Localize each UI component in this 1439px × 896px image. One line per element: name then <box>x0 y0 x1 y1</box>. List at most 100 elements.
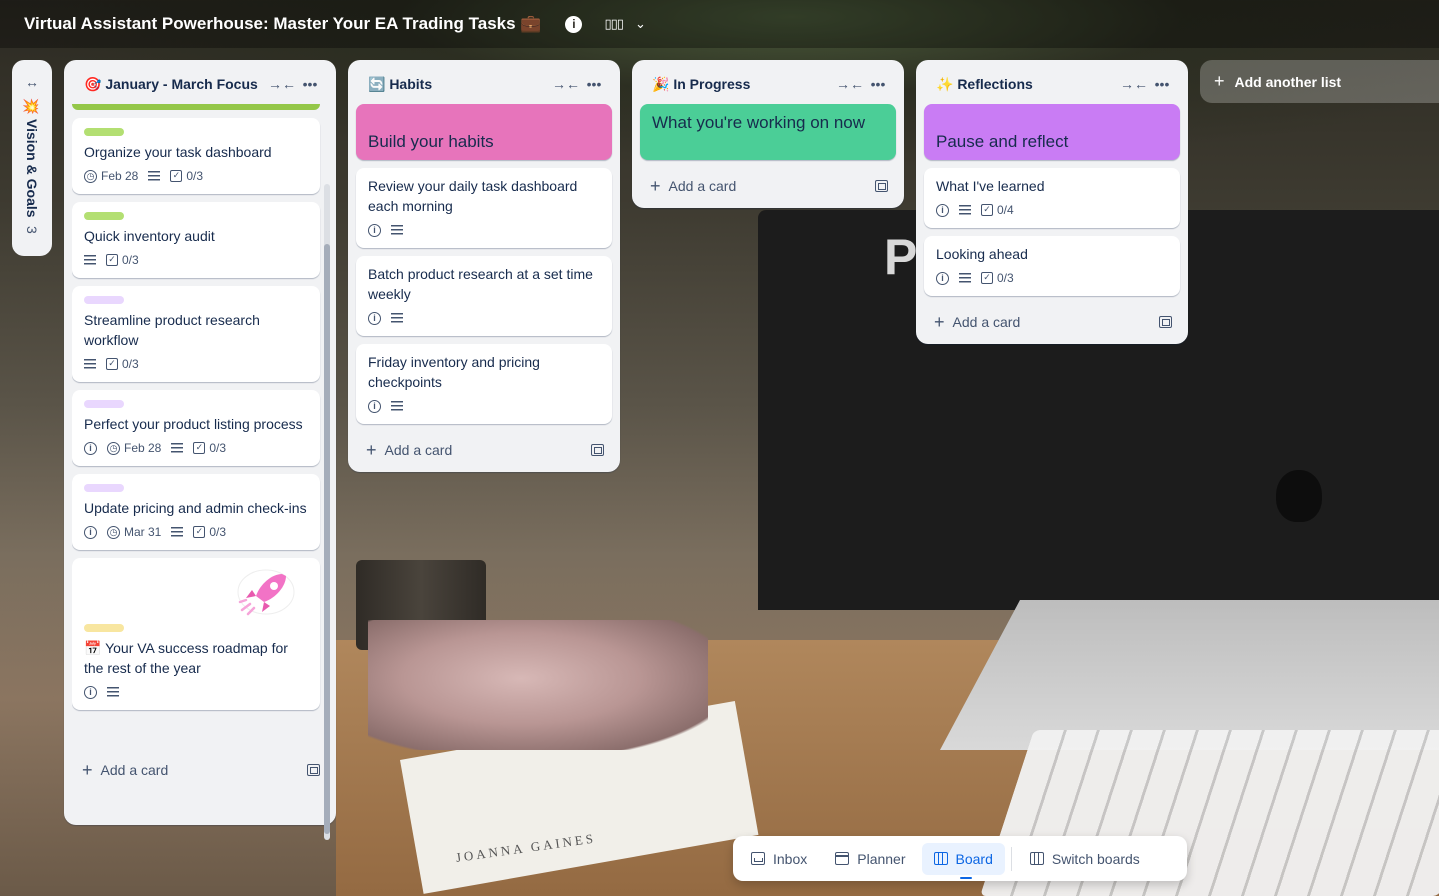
plus-icon: + <box>650 175 661 196</box>
list-title[interactable]: 🔄 Habits <box>368 74 548 94</box>
list-habits: 🔄 Habits →← ••• Build your habits Review… <box>348 60 620 472</box>
list-header: 🎉 In Progress →← ••• <box>640 60 896 104</box>
cover-card-build-habits[interactable]: Build your habits <box>356 104 612 160</box>
list-title[interactable]: 🎯 January - March Focus <box>84 74 264 94</box>
card-streamline-research[interactable]: Streamline product research workflow ✓ 0/… <box>72 286 320 382</box>
card-va-roadmap[interactable]: 📅 Your VA success roadmap for the rest o… <box>72 558 320 710</box>
cover-card-working-on[interactable]: What you're working on now <box>640 104 896 160</box>
nav-divider <box>1010 846 1012 871</box>
list-header: 🔄 Habits →← ••• <box>356 60 612 104</box>
description-icon <box>391 225 403 235</box>
checklist-icon: ✓ <box>106 254 118 266</box>
nav-inbox-label: Inbox <box>773 850 808 867</box>
card-template-icon[interactable] <box>875 180 888 192</box>
cover-card-pause-reflect[interactable]: Pause and reflect <box>924 104 1180 160</box>
checklist-badge: ✓ 0/3 <box>170 169 203 183</box>
description-icon <box>391 313 403 323</box>
card-update-pricing[interactable]: Update pricing and admin check-ins i ◷ Ma… <box>72 474 320 550</box>
card-title: Streamline product research workflow <box>84 312 260 348</box>
collapse-icon[interactable]: →← <box>836 76 864 92</box>
rocket-sticker <box>237 569 295 616</box>
nav-planner[interactable]: Planner <box>823 843 917 875</box>
card-looking-ahead[interactable]: Looking ahead i ✓ 0/3 <box>924 236 1180 296</box>
nav-inbox[interactable]: Inbox <box>739 843 819 875</box>
expand-icon[interactable]: ↔ <box>25 74 39 90</box>
nav-board-label: Board <box>955 850 993 867</box>
scrollbar-thumb[interactable] <box>324 244 330 834</box>
list-title[interactable]: ✨ Reflections <box>936 74 1116 94</box>
checklist-badge: ✓ 0/3 <box>981 271 1014 285</box>
add-card-button[interactable]: + Add a card <box>650 176 736 197</box>
board-view-icon[interactable]: ▯▯▯ <box>604 16 623 32</box>
checklist-icon: ✓ <box>193 526 206 538</box>
more-options-icon[interactable]: ••• <box>868 76 888 92</box>
background-book <box>400 700 759 894</box>
description-icon <box>107 687 119 697</box>
bottom-navigation: Inbox Planner Board Switch boards <box>733 836 1187 881</box>
card-title: Quick inventory audit <box>84 228 215 244</box>
card-quick-inventory-audit[interactable]: Quick inventory audit ✓ 0/3 <box>72 202 320 278</box>
checklist-badge: ✓ 0/4 <box>981 203 1014 217</box>
checklist-badge: ✓ 0/3 <box>106 253 139 267</box>
collapse-icon[interactable]: →← <box>1120 76 1148 92</box>
checklist-icon: ✓ <box>106 358 118 370</box>
clock-icon: ◷ <box>84 169 97 183</box>
card-what-learned[interactable]: What I've learned i ✓ 0/4 <box>924 168 1180 228</box>
plus-icon: + <box>366 439 377 460</box>
list-scrollbar[interactable] <box>324 184 330 840</box>
description-icon <box>84 359 96 369</box>
plus-icon: + <box>82 759 93 780</box>
checklist-icon: ✓ <box>981 272 993 284</box>
checklist-badge: ✓ 0/3 <box>106 357 139 371</box>
calendar-icon <box>835 852 850 865</box>
card-friday-checkpoints[interactable]: Friday inventory and pricing checkpoints… <box>356 344 612 424</box>
card-template-icon[interactable] <box>1159 316 1172 328</box>
add-card-button[interactable]: + Add a card <box>934 312 1020 333</box>
cover-card-title: Pause and reflect <box>936 132 1069 151</box>
collapsed-list-vision-goals[interactable]: ↔ 💥 Vision & Goals 3 <box>12 60 52 256</box>
card-partial-label[interactable] <box>72 104 320 110</box>
more-options-icon[interactable]: ••• <box>300 76 320 92</box>
add-card-button[interactable]: + Add a card <box>366 440 452 461</box>
board-title[interactable]: Virtual Assistant Powerhouse: Master You… <box>24 14 541 34</box>
board-icon <box>933 852 948 865</box>
card-organize-dashboard[interactable]: Organize your task dashboard ◷ Feb 28 ✓ 0/… <box>72 118 320 194</box>
card-batch-research[interactable]: Batch product research at a set time wee… <box>356 256 612 336</box>
description-icon <box>391 401 403 411</box>
card-label <box>84 484 124 492</box>
list-title[interactable]: 🎉 In Progress <box>652 74 832 94</box>
checklist-icon: ✓ <box>170 170 183 182</box>
due-date-badge: ◷ Feb 28 <box>84 169 138 183</box>
nav-board[interactable]: Board <box>921 842 1005 879</box>
collapse-icon[interactable]: →← <box>268 76 296 92</box>
card-perfect-listing[interactable]: Perfect your product listing process i ◷… <box>72 390 320 466</box>
info-icon[interactable]: i <box>565 15 583 33</box>
nav-switch-boards[interactable]: Switch boards <box>1018 843 1152 875</box>
more-options-icon[interactable]: ••• <box>584 76 604 92</box>
info-icon: i <box>936 203 949 217</box>
card-title: 📅 Your VA success roadmap for the rest o… <box>84 640 288 676</box>
list-header: ✨ Reflections →← ••• <box>924 60 1180 104</box>
chevron-down-icon[interactable]: ⌄ <box>635 16 646 32</box>
checklist-icon: ✓ <box>981 204 993 216</box>
card-template-icon[interactable] <box>591 444 604 456</box>
add-card-button[interactable]: + Add a card <box>82 760 168 781</box>
description-icon <box>959 273 971 283</box>
description-icon <box>84 255 96 265</box>
add-card-row: + Add a card <box>640 168 896 200</box>
card-review-dashboard[interactable]: Review your daily task dashboard each mo… <box>356 168 612 248</box>
info-icon: i <box>84 685 97 699</box>
card-title: What I've learned <box>936 178 1045 194</box>
add-card-row: + Add a card <box>356 432 612 464</box>
card-title: Review your daily task dashboard each mo… <box>368 178 578 214</box>
inbox-icon <box>751 852 765 865</box>
more-options-icon[interactable]: ••• <box>1152 76 1172 92</box>
list-in-progress: 🎉 In Progress →← ••• What you're working… <box>632 60 904 208</box>
add-another-list-button[interactable]: + Add another list <box>1200 60 1439 103</box>
nav-switch-label: Switch boards <box>1051 850 1140 867</box>
card-template-icon[interactable] <box>307 764 320 776</box>
background-monitor-text: P <box>884 229 918 285</box>
card-label <box>84 212 124 220</box>
background-apple-logo <box>1276 470 1322 522</box>
collapse-icon[interactable]: →← <box>552 76 580 92</box>
